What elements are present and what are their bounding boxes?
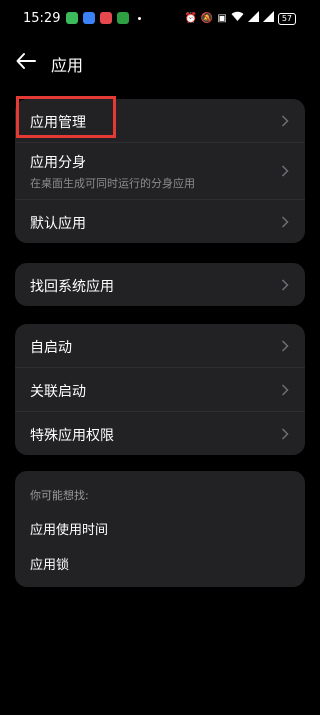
page-header: 应用	[0, 46, 320, 78]
wifi-icon	[231, 11, 244, 26]
app-settings-group: 应用管理 应用分身 在桌面生成可同时运行的分身应用 默认应用	[15, 99, 305, 243]
row-label: 应用分身	[30, 155, 86, 171]
row-subtitle: 在桌面生成可同时运行的分身应用	[30, 177, 195, 190]
suggestion-link-app-lock[interactable]: 应用锁	[30, 554, 69, 573]
suggestions-card: 你可能想找: 应用使用时间 应用锁	[15, 471, 305, 587]
row-label: 自启动	[30, 340, 72, 356]
list-item-app-management[interactable]: 应用管理	[15, 99, 305, 143]
signal-icon	[247, 11, 259, 26]
app-icon	[100, 12, 112, 24]
suggestions-title: 你可能想找:	[30, 489, 89, 502]
mute-icon: 🔕	[200, 12, 214, 24]
chevron-right-icon	[281, 383, 289, 396]
list-item-app-clone[interactable]: 应用分身 在桌面生成可同时运行的分身应用	[15, 143, 305, 200]
hd-icon: ▣	[217, 12, 227, 24]
chevron-right-icon	[281, 114, 289, 127]
app-icon	[117, 12, 129, 24]
list-item-associated-start[interactable]: 关联启动	[15, 368, 305, 412]
row-label: 关联启动	[30, 384, 86, 400]
launch-permissions-group: 自启动 关联启动 特殊应用权限	[15, 324, 305, 455]
chevron-right-icon	[281, 215, 289, 228]
alarm-icon: ⏰	[184, 12, 197, 24]
system-icons: ⏰ 🔕 ▣ 57	[184, 11, 296, 26]
row-label: 默认应用	[30, 216, 86, 232]
more-notifications-dot	[138, 16, 141, 20]
list-item-auto-start[interactable]: 自启动	[15, 324, 305, 368]
status-bar: 15:29 ⏰ 🔕 ▣ 57	[0, 0, 320, 36]
chevron-right-icon	[281, 339, 289, 352]
page-title: 应用	[51, 56, 84, 75]
chevron-right-icon	[281, 165, 289, 177]
signal-icon	[262, 11, 274, 26]
wechat-icon	[66, 12, 78, 24]
chevron-right-icon	[281, 278, 289, 291]
battery-indicator: 57	[277, 12, 296, 25]
suggestion-link-app-usage-time[interactable]: 应用使用时间	[30, 519, 108, 538]
list-item-recover-system-apps[interactable]: 找回系统应用	[15, 263, 305, 306]
app-icon	[83, 12, 95, 24]
list-item-special-app-permissions[interactable]: 特殊应用权限	[15, 412, 305, 455]
status-time: 15:29	[23, 11, 61, 26]
list-item-default-apps[interactable]: 默认应用	[15, 200, 305, 243]
row-label: 找回系统应用	[30, 279, 114, 295]
row-label: 应用管理	[30, 115, 86, 131]
back-arrow-icon[interactable]	[15, 50, 37, 72]
row-label: 特殊应用权限	[30, 428, 114, 444]
notification-icons	[66, 12, 141, 24]
chevron-right-icon	[281, 427, 289, 440]
recover-apps-group: 找回系统应用	[15, 263, 305, 306]
